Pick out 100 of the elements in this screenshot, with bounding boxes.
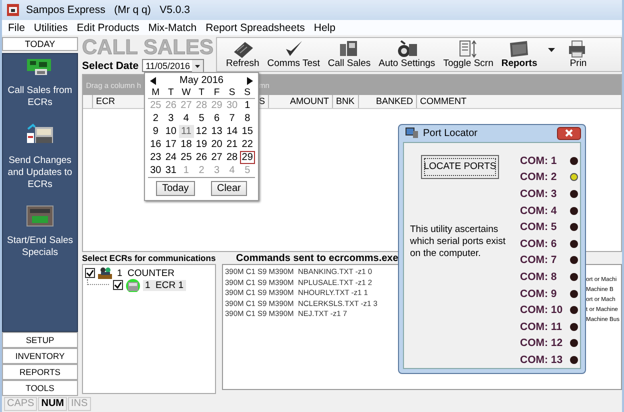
- calendar-day[interactable]: 21: [224, 138, 240, 151]
- calendar-day[interactable]: 25: [178, 151, 194, 164]
- tree-item[interactable]: 1 COUNTER: [115, 268, 177, 278]
- month-label: May 2016: [180, 75, 224, 86]
- sidebar-item[interactable]: Send Changes and Updates to ECRs: [4, 155, 76, 191]
- calendar-day[interactable]: 3: [163, 112, 179, 125]
- port-label: COM: 12: [520, 337, 564, 350]
- sidebar-item[interactable]: Start/End Sales Specials: [4, 235, 76, 259]
- calendar-day[interactable]: 16: [148, 138, 164, 151]
- toolbar-button[interactable]: Call Sales: [324, 38, 374, 69]
- previous-icon[interactable]: [150, 76, 156, 84]
- next-icon[interactable]: [246, 76, 253, 84]
- calendar-day[interactable]: 30: [148, 164, 164, 177]
- check-icon: [114, 280, 122, 290]
- toolbar-button[interactable]: Toggle Scrn: [440, 38, 496, 69]
- menu-item[interactable]: File: [8, 22, 25, 34]
- weekday-label: M: [148, 87, 164, 99]
- calendar-day[interactable]: 31: [163, 164, 179, 177]
- calendar-day[interactable]: 17: [163, 138, 179, 151]
- toolbar-button[interactable]: Prin: [563, 38, 594, 69]
- calendar-button[interactable]: Today: [156, 181, 195, 196]
- column-header[interactable]: BNK: [333, 95, 359, 108]
- caret-icon[interactable]: [548, 48, 556, 53]
- toolbar-button[interactable]: Reports: [498, 38, 540, 69]
- port-label: COM: 10: [520, 304, 564, 316]
- close-button[interactable]: [557, 126, 581, 140]
- nav-button[interactable]: TOOLS: [2, 380, 78, 396]
- calendar-day[interactable]: 9: [148, 125, 164, 138]
- weekday-label: S: [224, 87, 240, 99]
- close-icon: [565, 129, 573, 138]
- port-label: COM: 6: [520, 238, 558, 250]
- locate-button[interactable]: LOCATE PORTS: [421, 154, 499, 179]
- calendar-day[interactable]: 1: [240, 99, 255, 112]
- sidebar-item[interactable]: Call Sales from ECRs: [4, 85, 76, 109]
- port-label: COM: 2: [520, 171, 558, 184]
- port-label: COM: 11: [520, 320, 564, 333]
- menu-item[interactable]: Report Spreadsheets: [206, 22, 305, 34]
- calendar-day[interactable]: 19: [194, 138, 210, 151]
- calendar-day[interactable]: 5: [194, 112, 210, 125]
- toolbar-button[interactable]: Refresh: [223, 38, 262, 69]
- calendar-day[interactable]: 10: [163, 125, 179, 138]
- calendar-day[interactable]: 22: [240, 138, 255, 151]
- calendar-button[interactable]: Clear: [210, 181, 247, 196]
- calendar-day[interactable]: 4: [178, 112, 194, 125]
- column-header[interactable]: BANKED: [359, 95, 417, 108]
- app-icon: [6, 3, 20, 17]
- weekday-label: W: [178, 87, 194, 99]
- sale-sign-icon[interactable]: [26, 205, 54, 227]
- calendar-day[interactable]: 13: [209, 125, 224, 138]
- calendar-day[interactable]: 2: [148, 112, 164, 125]
- calendar-day[interactable]: 26: [194, 151, 210, 164]
- port-label: COM: 8: [520, 271, 558, 284]
- port-label: COM: 4: [520, 204, 558, 217]
- calendar-day[interactable]: 20: [209, 138, 224, 151]
- calendar-day[interactable]: 27: [209, 151, 224, 164]
- column-header[interactable]: COMMENT: [417, 95, 470, 108]
- checkbox[interactable]: [113, 280, 123, 290]
- calendar-day[interactable]: 15: [240, 125, 255, 138]
- calendar-day[interactable]: 8: [240, 112, 255, 125]
- status-indicator: INS: [68, 397, 91, 411]
- nav-button[interactable]: SETUP: [2, 332, 78, 348]
- weekday-label: T: [163, 87, 179, 99]
- check-icon: [86, 268, 94, 278]
- nav-button[interactable]: INVENTORY: [2, 348, 78, 364]
- field-label: Select Date: [82, 60, 139, 72]
- nav-button[interactable]: REPORTS: [2, 364, 78, 380]
- calendar-day[interactable]: 6: [209, 112, 224, 125]
- toolbar-button[interactable]: Auto Settings: [376, 38, 438, 69]
- people-icon: [97, 266, 113, 280]
- calendar-day[interactable]: 28: [224, 151, 240, 164]
- port-label: COM: 1: [520, 154, 558, 167]
- dropdown-icon[interactable]: [192, 60, 204, 72]
- calendar-day[interactable]: 7: [224, 112, 240, 125]
- date-field[interactable]: 11/05/2016: [142, 59, 204, 72]
- calendar-day[interactable]: 24: [163, 151, 179, 164]
- column-header[interactable]: AMOUNT: [269, 95, 333, 108]
- menu-item[interactable]: Edit Products: [76, 22, 140, 34]
- checkbox[interactable]: [85, 268, 95, 278]
- section-label: Select ECRs for communications: [82, 253, 216, 264]
- computer-icon: [405, 127, 419, 140]
- weekday-label: T: [194, 87, 210, 99]
- calendar-day[interactable]: 18: [178, 138, 194, 151]
- calendar-day[interactable]: 29: [240, 151, 255, 164]
- weekday-label: S: [240, 87, 255, 99]
- calendar-day[interactable]: 12: [194, 125, 210, 138]
- port-label: COM: 3: [520, 188, 558, 200]
- calendar-day[interactable]: 23: [148, 151, 164, 164]
- port-label: COM: 5: [520, 221, 558, 234]
- menu-item[interactable]: Utilities: [34, 22, 68, 34]
- calendar-day[interactable]: 14: [224, 125, 240, 138]
- calendar-day[interactable]: 11: [178, 125, 194, 138]
- menu-item[interactable]: Mix-Match: [148, 22, 197, 34]
- dialog-title: Port Locator: [423, 128, 478, 139]
- today-tab[interactable]: TODAY: [2, 37, 78, 51]
- menu-item[interactable]: Help: [314, 22, 336, 34]
- toolbar-button[interactable]: Comms Test: [264, 38, 323, 69]
- port-label: COM: 13: [520, 354, 564, 366]
- page-title: CALL SALES: [82, 37, 214, 59]
- tree-item[interactable]: 1 ECR 1: [143, 280, 186, 290]
- weekday-label: F: [209, 87, 224, 99]
